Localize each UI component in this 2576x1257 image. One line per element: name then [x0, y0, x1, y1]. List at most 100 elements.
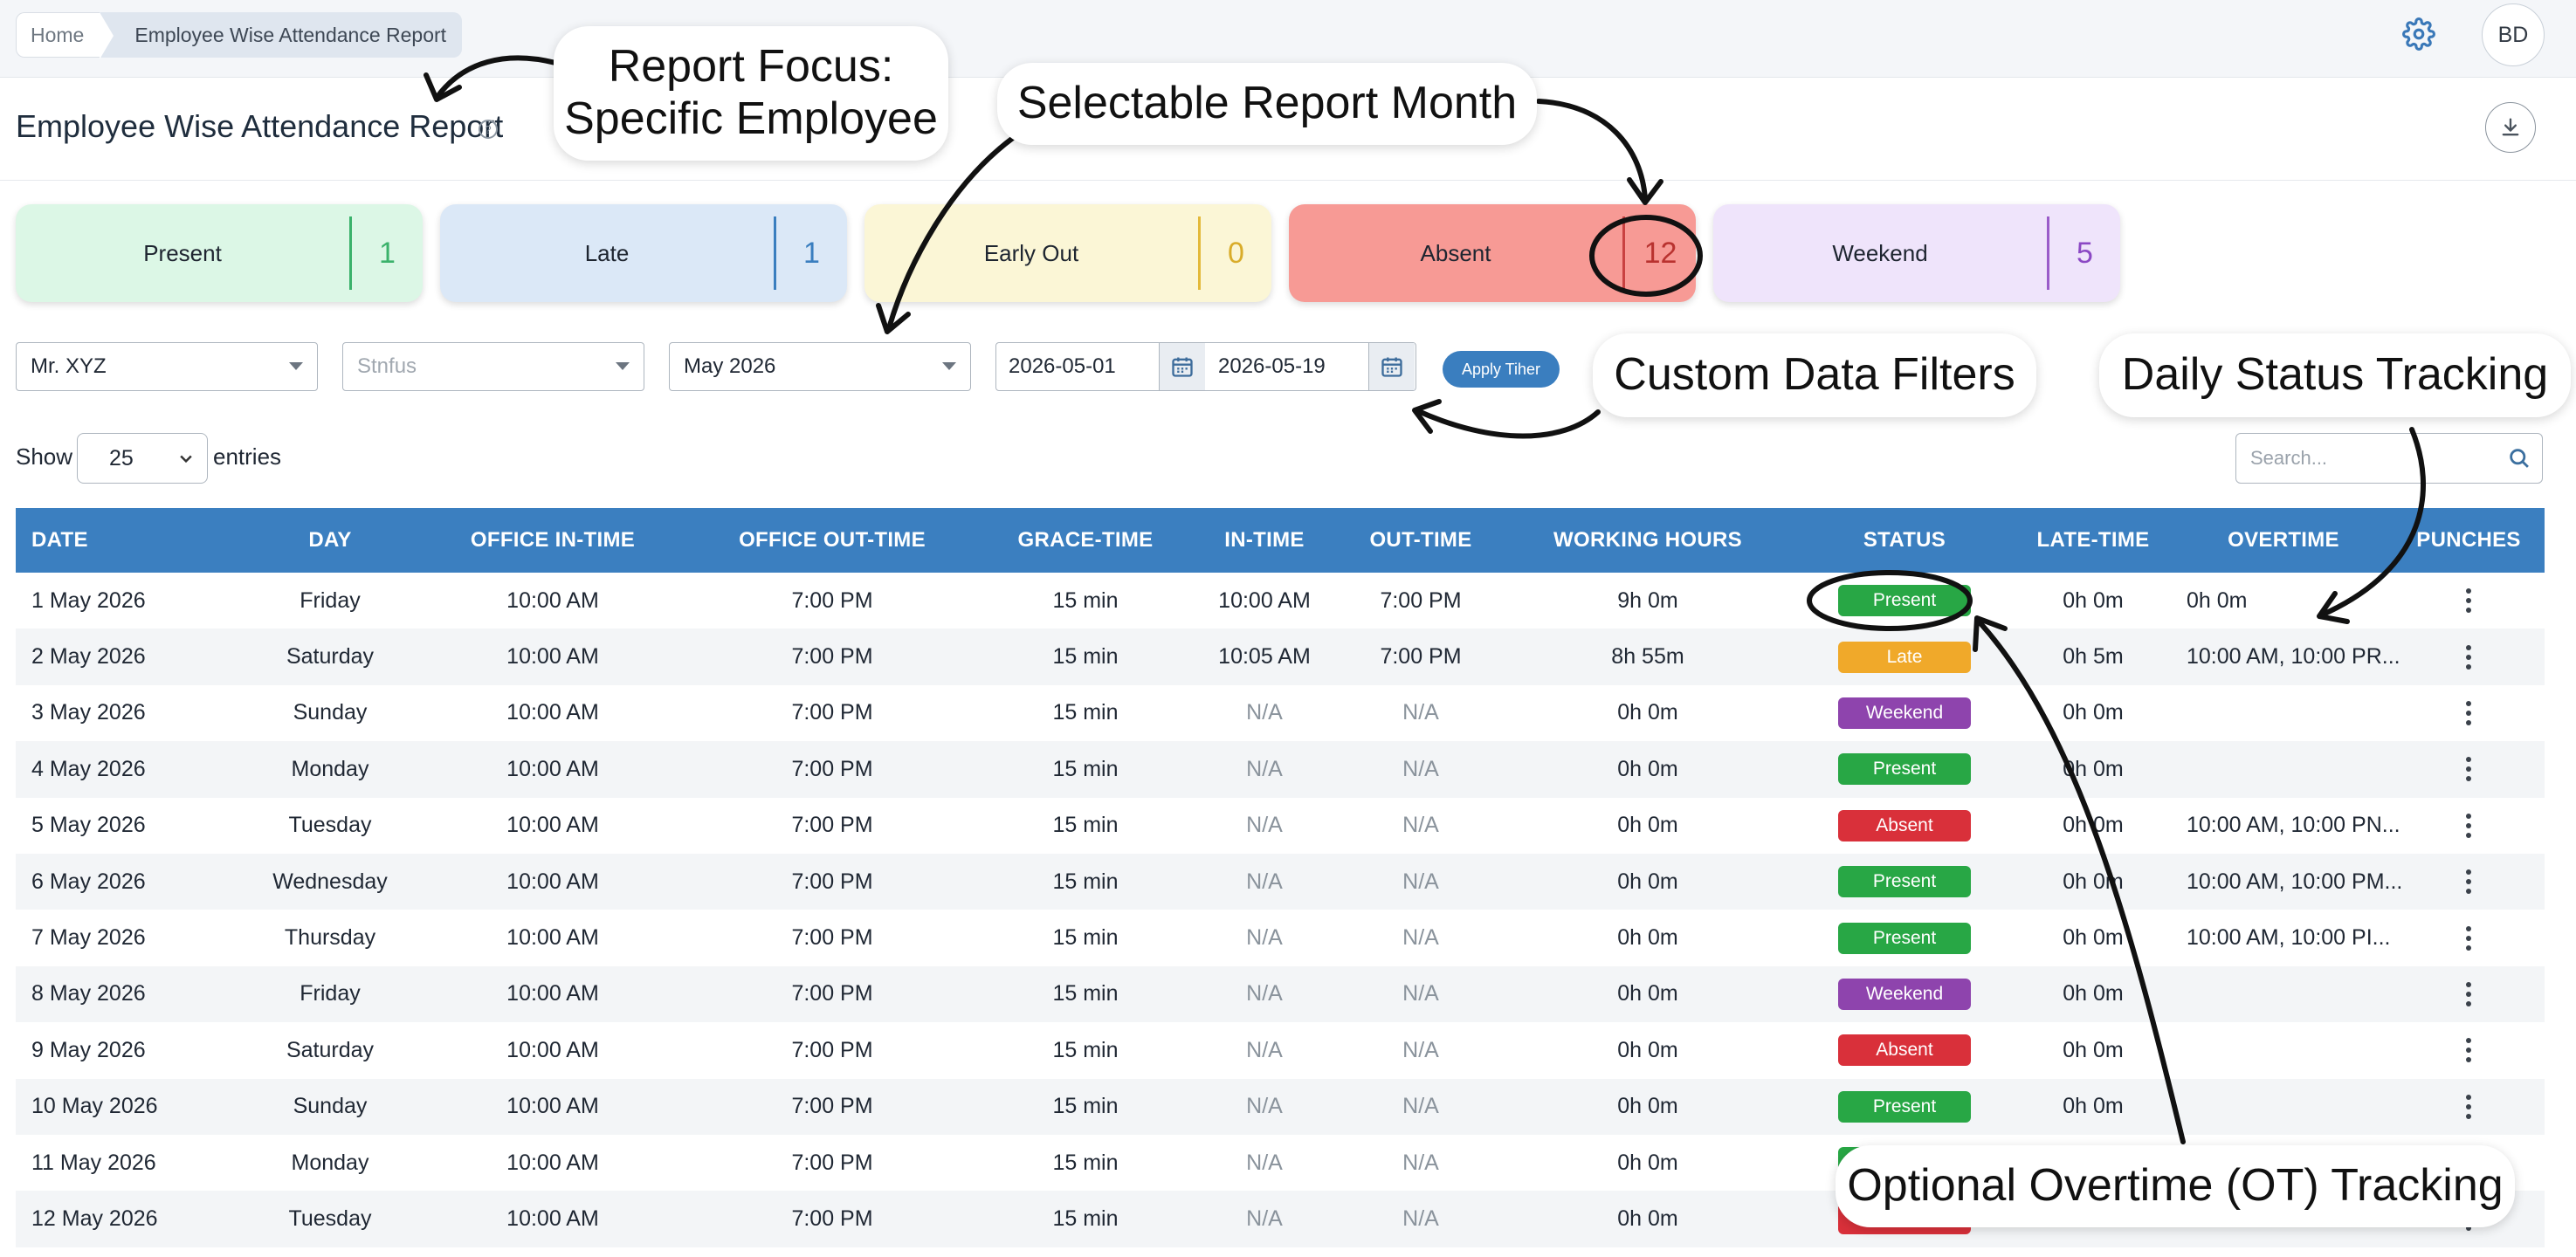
row-actions-button[interactable] — [2393, 966, 2545, 1022]
table-row[interactable]: 10 May 2026 Sunday 10:00 AM 7:00 PM 15 min N/… — [16, 1078, 2545, 1135]
summary-card-late[interactable]: Late 1 — [440, 204, 847, 302]
row-actions-button[interactable] — [2393, 628, 2545, 684]
column-header-out-time[interactable]: OUT-TIME — [1343, 508, 1498, 573]
row-actions-button[interactable] — [2393, 1079, 2545, 1135]
summary-card-label: Absent — [1420, 239, 1491, 266]
cell-late-time: 0h 0m — [2063, 813, 2124, 838]
date-from-calendar-button[interactable] — [1159, 343, 1205, 390]
cell-office-out-time: 7:00 PM — [791, 1037, 873, 1062]
row-actions-button[interactable] — [2393, 798, 2545, 854]
status-select[interactable]: Stnfus — [342, 342, 644, 391]
table-row[interactable]: 9 May 2026 Saturday 10:00 AM 7:00 PM 15 min N… — [16, 1022, 2545, 1079]
cell-in-time: N/A — [1246, 756, 1283, 781]
cell-grace-time: 15 min — [1052, 869, 1119, 894]
avatar[interactable]: BD — [2482, 3, 2545, 66]
status-badge: Present — [1838, 922, 1971, 954]
cell-office-out-time: 7:00 PM — [791, 756, 873, 781]
cell-in-time: N/A — [1246, 925, 1283, 951]
cell-grace-time: 15 min — [1052, 700, 1119, 725]
row-actions-button[interactable] — [2393, 685, 2545, 741]
cell-grace-time: 15 min — [1052, 1150, 1119, 1175]
settings-button[interactable] — [2400, 12, 2438, 56]
summary-card-label: Weekend — [1832, 239, 1928, 266]
cell-status: Weekend — [1797, 966, 2012, 1022]
cell-in-time: 10:00 AM — [1218, 587, 1311, 613]
cell-in-time: N/A — [1246, 1150, 1283, 1175]
breadcrumb-home-link[interactable]: Home — [16, 12, 114, 59]
cell-out-time: N/A — [1402, 1037, 1439, 1062]
status-badge: Absent — [1838, 1034, 1971, 1067]
summary-card-label: Early Out — [983, 239, 1079, 266]
table-row[interactable]: 6 May 2026 Wednesday 10:00 AM 7:00 PM 15 min… — [16, 853, 2545, 910]
cell-out-time: 7:00 PM — [1380, 644, 1462, 670]
summary-card-value: 12 — [1643, 236, 1677, 270]
cell-office-in-time: 10:00 AM — [506, 1094, 599, 1119]
month-select[interactable]: May 2026 — [669, 342, 971, 391]
cell-overtime — [2174, 966, 2405, 1022]
cell-working-hours: 0h 0m — [1617, 1150, 1678, 1175]
breadcrumb-current: Employee Wise Attendance Report — [100, 12, 463, 58]
cell-overtime: 0h 0m — [2187, 587, 2248, 613]
row-actions-button[interactable] — [2393, 741, 2545, 797]
search-input[interactable]: Search... — [2235, 433, 2543, 484]
date-to-input[interactable]: 2026-05-19 — [1218, 343, 1326, 390]
column-header-late-time[interactable]: LATE-TIME — [2012, 508, 2174, 573]
summary-card-absent[interactable]: Absent 12 — [1289, 204, 1696, 302]
table-row[interactable]: 4 May 2026 Monday 10:00 AM 7:00 PM 15 min N/A… — [16, 741, 2545, 798]
download-button[interactable] — [2485, 102, 2536, 153]
table-row[interactable]: 8 May 2026 Friday 10:00 AM 7:00 PM 15 min N/A… — [16, 965, 2545, 1023]
summary-card-value: 5 — [2077, 236, 2093, 270]
table-row[interactable]: 3 May 2026 Sunday 10:00 AM 7:00 PM 15 min N/A… — [16, 684, 2545, 742]
column-header-office-in-time[interactable]: OFFICE IN-TIME — [426, 508, 679, 573]
more-vertical-icon — [2466, 588, 2471, 614]
download-icon — [2502, 118, 2519, 136]
cell-in-time: N/A — [1246, 700, 1283, 725]
cell-office-in-time: 10:00 AM — [506, 587, 599, 613]
cell-grace-time: 15 min — [1052, 1205, 1119, 1231]
column-header-overtime[interactable]: OVERTIME — [2174, 508, 2393, 573]
cell-office-in-time: 10:00 AM — [506, 1205, 599, 1231]
cell-late-time: 0h 0m — [2063, 925, 2124, 951]
row-actions-button[interactable] — [2393, 573, 2545, 628]
summary-card-present[interactable]: Present 1 — [16, 204, 423, 302]
cell-working-hours: 0h 0m — [1617, 925, 1678, 951]
cell-late-time: 0h 0m — [2063, 587, 2124, 613]
entries-label: entries — [213, 443, 282, 470]
table-row[interactable]: 1 May 2026 Friday 10:00 AM 7:00 PM 15 min 10:… — [16, 573, 2545, 629]
cell-office-in-time: 10:00 AM — [506, 813, 599, 838]
more-vertical-icon — [2466, 981, 2471, 1006]
status-badge: Late — [1838, 641, 1971, 673]
summary-card-early-out[interactable]: Early Out 0 — [864, 204, 1271, 302]
apply-filter-button[interactable]: Apply Tiher — [1443, 351, 1560, 388]
row-actions-button[interactable] — [2393, 854, 2545, 910]
cell-grace-time: 15 min — [1052, 587, 1119, 613]
table-row[interactable]: 7 May 2026 Thursday 10:00 AM 7:00 PM 15 min N… — [16, 910, 2545, 966]
column-header-status[interactable]: STATUS — [1797, 508, 2012, 573]
column-header-punches[interactable]: PUNCHES — [2393, 508, 2545, 573]
table-row[interactable]: 2 May 2026 Saturday 10:00 AM 7:00 PM 15 min 1… — [16, 628, 2545, 685]
date-from-input[interactable]: 2026-05-01 — [1009, 343, 1116, 390]
column-header-grace-time[interactable]: GRACE-TIME — [985, 508, 1186, 573]
cell-in-time: N/A — [1246, 1037, 1283, 1062]
cell-status: Absent — [1797, 1022, 2012, 1078]
month-select-value: May 2026 — [684, 354, 776, 378]
more-vertical-icon — [2466, 1038, 2471, 1063]
date-to-calendar-button[interactable] — [1368, 343, 1415, 390]
column-header-in-time[interactable]: IN-TIME — [1186, 508, 1343, 573]
table-row[interactable]: 5 May 2026 Tuesday 10:00 AM 7:00 PM 15 min N/… — [16, 797, 2545, 854]
row-actions-button[interactable] — [2393, 910, 2545, 965]
cell-working-hours: 0h 0m — [1617, 813, 1678, 838]
entries-select[interactable]: 25 — [77, 433, 208, 484]
column-header-working-hours[interactable]: WORKING HOURS — [1498, 508, 1797, 573]
row-actions-button[interactable] — [2393, 1022, 2545, 1078]
employee-select[interactable]: Mr. XYZ — [16, 342, 318, 391]
column-header-office-out-time[interactable]: OFFICE OUT-TIME — [679, 508, 985, 573]
cell-grace-time: 15 min — [1052, 813, 1119, 838]
cell-late-time: 0h 5m — [2063, 644, 2124, 670]
help-icon[interactable]: ? — [479, 120, 498, 139]
summary-card-weekend[interactable]: Weekend 5 — [1713, 204, 2120, 302]
cell-overtime: 10:00 AM, 10:00 PN... — [2187, 813, 2400, 838]
search-placeholder: Search... — [2250, 447, 2328, 469]
cell-in-time: N/A — [1246, 813, 1283, 838]
employee-select-value: Mr. XYZ — [31, 354, 107, 378]
